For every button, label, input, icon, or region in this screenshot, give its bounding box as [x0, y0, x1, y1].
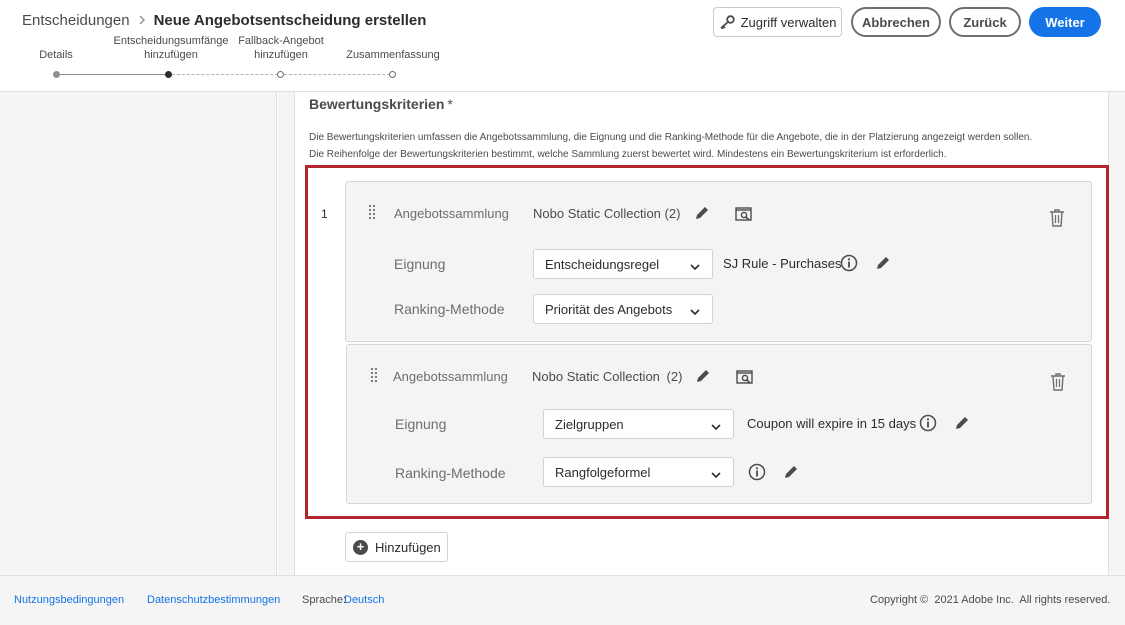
left-panel [0, 92, 277, 575]
breadcrumb: Entscheidungen Neue Angebotsentscheidung… [22, 12, 426, 29]
right-gutter [1109, 92, 1125, 575]
step-dot-summary [389, 71, 396, 78]
step-details: Details [39, 49, 73, 61]
cancel-button[interactable]: Abbrechen [851, 7, 941, 37]
add-criterion-label: Hinzufügen [375, 539, 441, 555]
step-dot-details [53, 71, 60, 78]
step-connector [172, 74, 278, 75]
copyright-text: Copyright © 2021 Adobe Inc. All rights r… [870, 594, 1111, 606]
left-gutter [278, 92, 294, 575]
section-description: Die Bewertungskriterien umfassen die Ang… [309, 132, 1033, 160]
chevron-right-icon [138, 13, 146, 28]
breadcrumb-parent[interactable]: Entscheidungen [22, 12, 130, 29]
progress-stepper: Details Entscheidungsumfänge hinzufügen … [0, 34, 460, 84]
step-dot-scopes [165, 71, 172, 78]
step-scopes: Entscheidungsumfänge hinzufügen [113, 35, 229, 61]
required-marker: * [447, 96, 453, 112]
page-header: Entscheidungen Neue Angebotsentscheidung… [0, 0, 1125, 92]
key-icon [719, 15, 735, 29]
page-title: Neue Angebotsentscheidung erstellen [153, 12, 427, 29]
add-criterion-button[interactable]: + Hinzufügen [345, 532, 448, 562]
step-dot-fallback [277, 71, 284, 78]
language-link[interactable]: Deutsch [344, 594, 384, 606]
terms-link[interactable]: Nutzungsbedingungen [14, 594, 124, 606]
section-title: Bewertungskriterien * [309, 96, 453, 112]
manage-access-label: Zugriff verwalten [740, 14, 837, 30]
manage-access-button[interactable]: Zugriff verwalten [713, 7, 842, 37]
privacy-link[interactable]: Datenschutzbestimmungen [147, 594, 280, 606]
highlight-frame [305, 165, 1109, 519]
page-footer: Nutzungsbedingungen Datenschutzbestimmun… [0, 575, 1125, 625]
plus-icon: + [353, 539, 368, 555]
step-summary: Zusammenfassung [346, 49, 440, 61]
step-fallback: Fallback-Angebot hinzufügen [238, 35, 324, 61]
step-connector [60, 74, 166, 75]
step-connector [284, 74, 390, 75]
language-label: Sprache: [302, 594, 347, 606]
back-button[interactable]: Zurück [949, 7, 1021, 37]
next-button[interactable]: Weiter [1029, 7, 1101, 37]
